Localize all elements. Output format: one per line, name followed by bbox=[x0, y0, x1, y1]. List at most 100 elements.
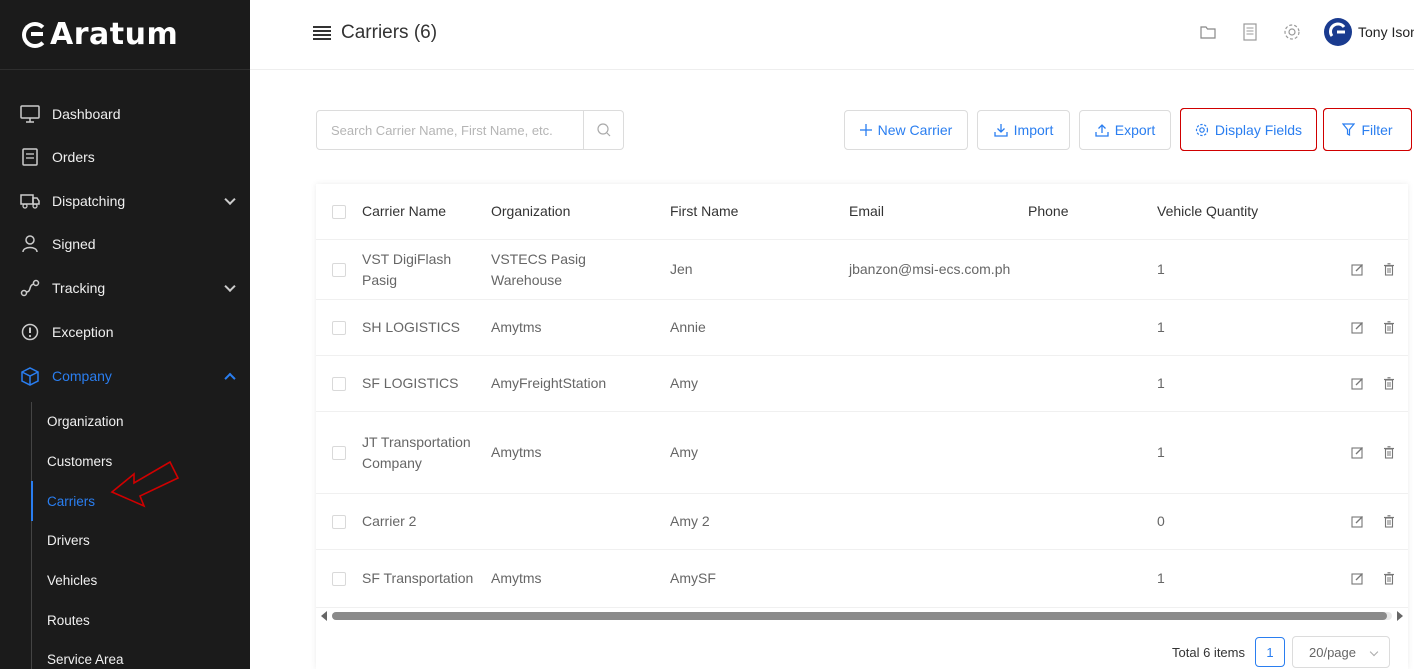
row-select-cell bbox=[316, 514, 362, 529]
avatar[interactable] bbox=[1324, 18, 1352, 46]
page-button[interactable]: 1 bbox=[1255, 637, 1285, 667]
carrier-name-cell: SF LOGISTICS bbox=[362, 375, 459, 391]
display-fields-button[interactable]: Display Fields bbox=[1180, 108, 1317, 151]
organization-cell: Amytms bbox=[491, 570, 542, 586]
user-name[interactable]: Tony Ison bbox=[1358, 24, 1414, 40]
filter-button[interactable]: Filter bbox=[1323, 108, 1412, 151]
chevron-down-icon[interactable] bbox=[224, 193, 236, 205]
edit-icon[interactable] bbox=[1350, 572, 1364, 586]
sidebar-item-dispatching[interactable]: Dispatching bbox=[0, 179, 250, 223]
search-icon bbox=[596, 123, 610, 137]
sidebar-item-label: Orders bbox=[52, 148, 95, 165]
row-checkbox[interactable] bbox=[332, 376, 346, 391]
export-button[interactable]: Export bbox=[1079, 110, 1171, 150]
download-icon bbox=[994, 124, 1008, 137]
sidebar-item-label: Service Area bbox=[47, 652, 124, 668]
table-row[interactable]: SF Transportation Amytms AmySF 1 bbox=[316, 550, 1408, 608]
page-title: Carriers (6) bbox=[313, 22, 437, 44]
gear-icon[interactable] bbox=[1282, 22, 1302, 42]
carrier-name-cell: SH LOGISTICS bbox=[362, 319, 461, 335]
brand-name: Aratum bbox=[50, 17, 179, 52]
sidebar-item-organization[interactable]: Organization bbox=[32, 402, 250, 442]
row-checkbox[interactable] bbox=[332, 320, 346, 335]
sidebar-item-vehicles[interactable]: Vehicles bbox=[32, 561, 250, 601]
row-select-cell bbox=[316, 376, 362, 391]
pagination: Total 6 items 1 20/page bbox=[1172, 636, 1390, 668]
person-icon bbox=[20, 234, 40, 254]
horizontal-scrollbar[interactable] bbox=[316, 608, 1408, 624]
sidebar-item-signed[interactable]: Signed bbox=[0, 223, 250, 267]
column-header[interactable]: Organization bbox=[491, 201, 670, 222]
scroll-track[interactable] bbox=[332, 612, 1392, 620]
table-row[interactable]: SF LOGISTICS AmyFreightStation Amy 1 bbox=[316, 356, 1408, 412]
sidebar-item-service-area[interactable]: Service Area bbox=[32, 640, 250, 669]
alert-icon bbox=[20, 322, 40, 342]
organization-cell: Amytms bbox=[491, 444, 542, 460]
sidebar-item-label: Tracking bbox=[52, 280, 106, 297]
organization-cell: Amytms bbox=[491, 319, 542, 335]
scroll-right-icon[interactable] bbox=[1392, 608, 1408, 624]
chevron-up-icon[interactable] bbox=[224, 372, 236, 384]
table-row[interactable]: JT Transportation Company Amytms Amy 1 bbox=[316, 412, 1408, 494]
brand-logo[interactable]: Aratum bbox=[0, 0, 250, 70]
delete-icon[interactable] bbox=[1382, 263, 1396, 277]
table-row[interactable]: Carrier 2 Amy 2 0 bbox=[316, 494, 1408, 550]
sidebar-item-routes[interactable]: Routes bbox=[32, 600, 250, 640]
sidebar: Aratum Dashboard Orders Dispatching Sign… bbox=[0, 0, 250, 669]
search-button[interactable] bbox=[583, 111, 623, 149]
search-input[interactable] bbox=[317, 111, 583, 149]
sidebar-item-drivers[interactable]: Drivers bbox=[32, 521, 250, 561]
scroll-thumb[interactable] bbox=[332, 612, 1387, 620]
sidebar-item-label: Routes bbox=[47, 612, 90, 628]
sidebar-item-tracking[interactable]: Tracking bbox=[0, 266, 250, 310]
sidebar-item-label: Drivers bbox=[47, 533, 90, 549]
delete-icon[interactable] bbox=[1382, 321, 1396, 335]
vehicle-quantity-cell: 1 bbox=[1157, 375, 1165, 391]
delete-icon[interactable] bbox=[1382, 572, 1396, 586]
sidebar-item-company[interactable]: Company bbox=[0, 354, 250, 398]
table-row[interactable]: SH LOGISTICS Amytms Annie 1 bbox=[316, 300, 1408, 356]
column-header[interactable]: First Name bbox=[670, 201, 849, 222]
sidebar-item-orders[interactable]: Orders bbox=[0, 135, 250, 179]
chevron-down-icon[interactable] bbox=[224, 281, 236, 293]
sidebar-item-label: Customers bbox=[47, 453, 113, 469]
top-header: Carriers (6) Tony Ison bbox=[250, 0, 1414, 70]
row-actions bbox=[1337, 377, 1408, 391]
menu-icon[interactable] bbox=[313, 26, 331, 40]
page-size-select[interactable]: 20/page bbox=[1292, 636, 1390, 668]
upload-icon bbox=[1095, 124, 1109, 137]
delete-icon[interactable] bbox=[1382, 377, 1396, 391]
scroll-left-icon[interactable] bbox=[316, 608, 332, 624]
sidebar-item-dashboard[interactable]: Dashboard bbox=[0, 92, 250, 135]
carrier-name-cell: SF Transportation bbox=[362, 570, 474, 586]
row-checkbox[interactable] bbox=[332, 262, 346, 277]
import-button[interactable]: Import bbox=[977, 110, 1070, 150]
document-icon[interactable] bbox=[1240, 22, 1260, 42]
row-checkbox[interactable] bbox=[332, 514, 346, 529]
first-name-cell: Annie bbox=[670, 319, 706, 335]
folder-icon[interactable] bbox=[1198, 22, 1218, 42]
edit-icon[interactable] bbox=[1350, 515, 1364, 529]
delete-icon[interactable] bbox=[1382, 446, 1396, 460]
delete-icon[interactable] bbox=[1382, 515, 1396, 529]
organization-cell: AmyFreightStation bbox=[491, 375, 607, 391]
new-carrier-button[interactable]: New Carrier bbox=[844, 110, 968, 150]
table-row[interactable]: VST DigiFlash Pasig VSTECS Pasig Warehous… bbox=[316, 240, 1408, 300]
edit-icon[interactable] bbox=[1350, 321, 1364, 335]
row-actions bbox=[1337, 321, 1408, 335]
row-checkbox[interactable] bbox=[332, 445, 346, 460]
column-header[interactable]: Email bbox=[849, 201, 1028, 222]
sidebar-nav: Dashboard Orders Dispatching Signed Trac… bbox=[0, 92, 250, 669]
vehicle-quantity-cell: 1 bbox=[1157, 319, 1165, 335]
edit-icon[interactable] bbox=[1350, 263, 1364, 277]
route-icon bbox=[20, 278, 40, 298]
row-checkbox[interactable] bbox=[332, 571, 346, 586]
edit-icon[interactable] bbox=[1350, 446, 1364, 460]
column-header[interactable]: Vehicle Quantity bbox=[1157, 201, 1337, 222]
sidebar-item-exception[interactable]: Exception bbox=[0, 310, 250, 354]
column-header[interactable]: Carrier Name bbox=[362, 201, 491, 222]
select-all-checkbox[interactable] bbox=[332, 204, 346, 219]
column-header[interactable]: Phone bbox=[1028, 201, 1157, 222]
logo-icon bbox=[22, 21, 48, 48]
edit-icon[interactable] bbox=[1350, 377, 1364, 391]
